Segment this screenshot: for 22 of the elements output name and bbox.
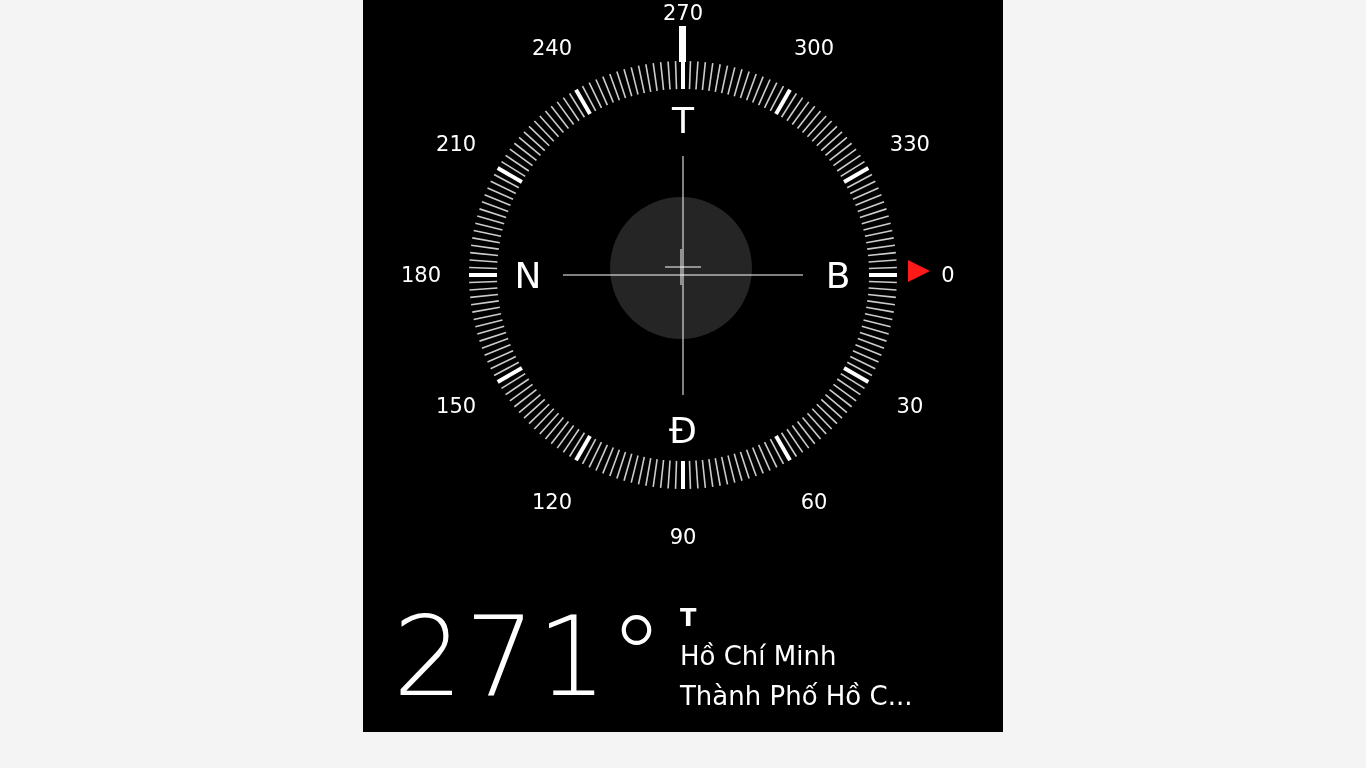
degree-label: 120 — [531, 489, 573, 514]
location-text: Thành Phố Hồ C... — [679, 680, 913, 712]
degree-label: 270 — [662, 1, 704, 25]
heading-reading: 271° — [393, 602, 666, 712]
direction-label: T — [679, 604, 698, 632]
degree-label: 60 — [800, 489, 828, 514]
degree-label: 330 — [889, 132, 930, 156]
degree-label: 180 — [400, 263, 442, 287]
degree-label: 150 — [436, 394, 477, 418]
degree-label: 30 — [896, 394, 924, 418]
degree-label: 210 — [436, 132, 477, 156]
location-text: Hồ Chí Minh — [679, 640, 838, 672]
cardinal-letter: Đ — [669, 410, 697, 451]
degree-label: 300 — [793, 36, 835, 61]
degree-label: 0 — [941, 263, 955, 287]
degree-label: 240 — [531, 36, 573, 61]
cardinal-letter: B — [825, 255, 851, 296]
cardinal-letter: N — [514, 255, 542, 296]
degree-label: 90 — [669, 525, 697, 549]
heading-marker — [679, 26, 686, 62]
north-pointer-icon — [908, 260, 930, 282]
cardinal-letter: T — [672, 100, 694, 141]
